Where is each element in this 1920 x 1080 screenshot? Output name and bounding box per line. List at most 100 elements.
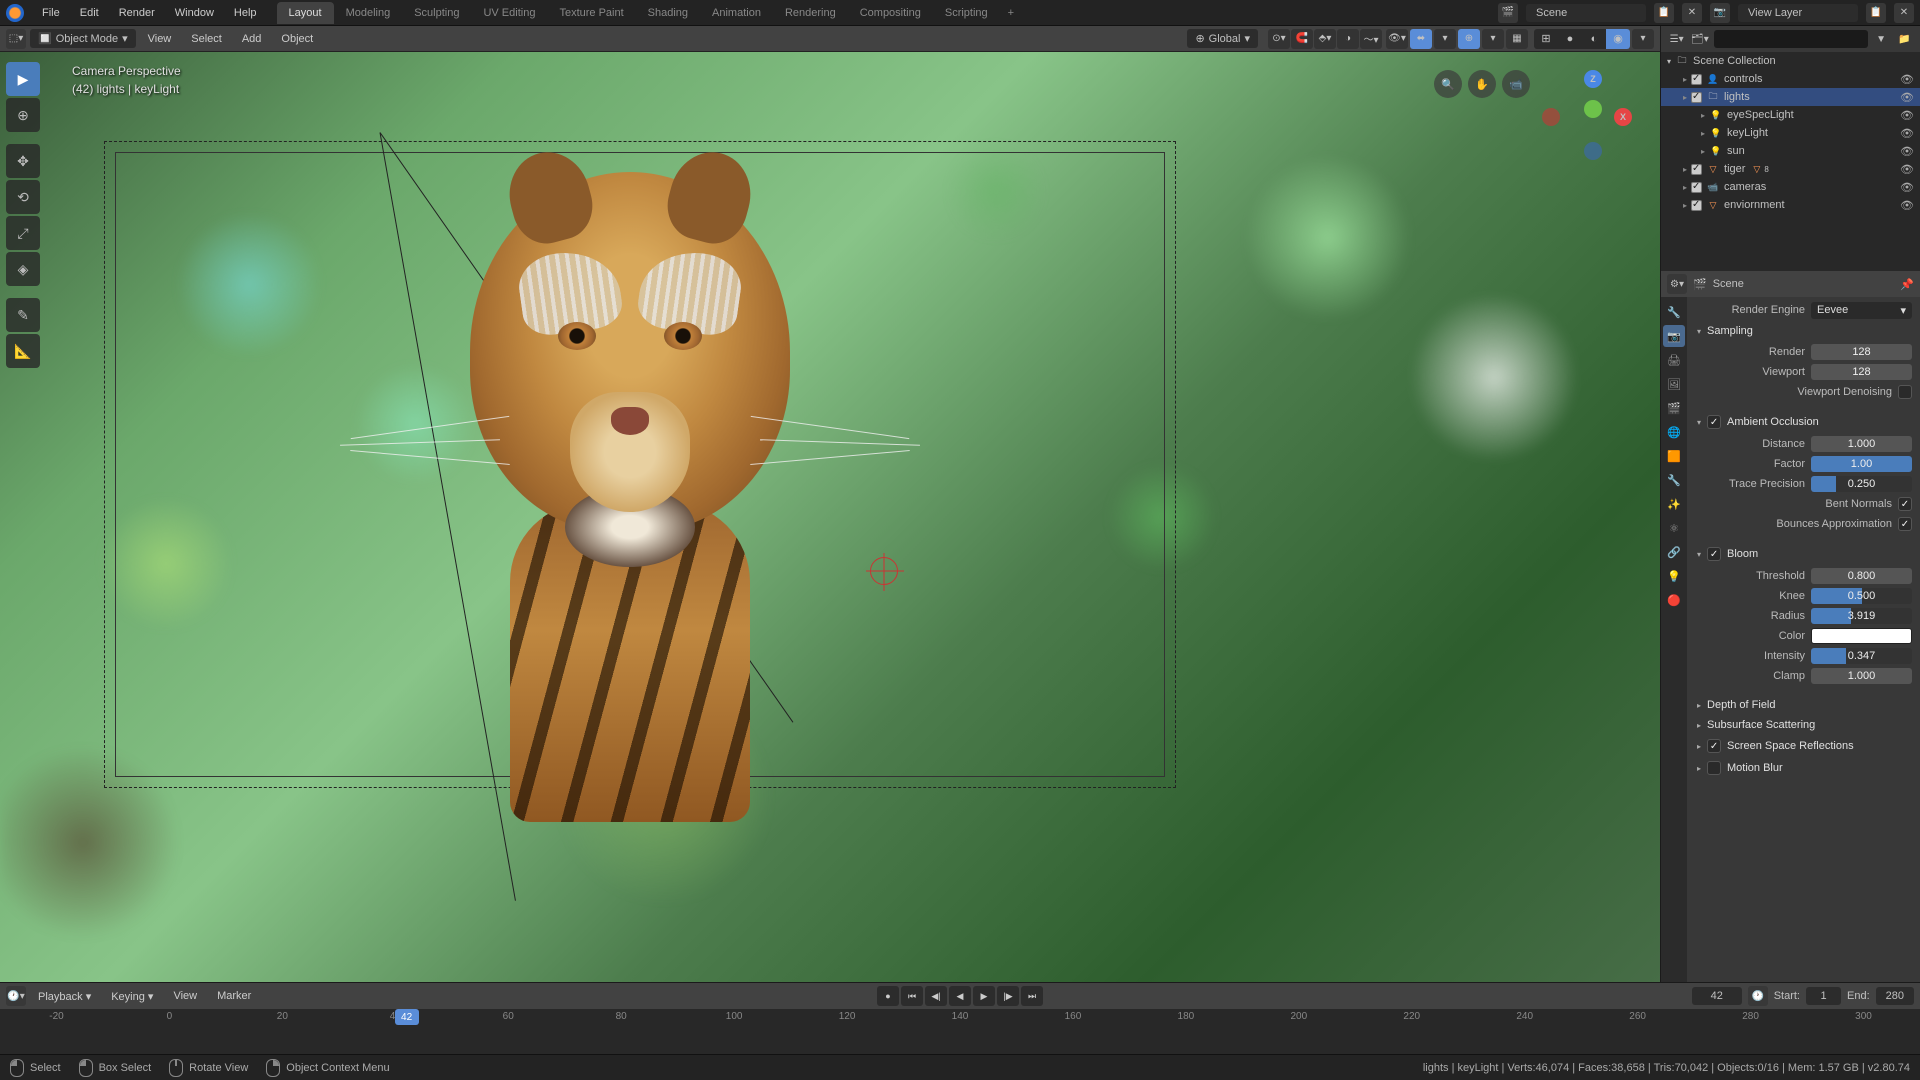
- tool-cursor[interactable]: ⊕: [6, 98, 40, 132]
- scene-delete-icon[interactable]: ✕: [1682, 3, 1702, 23]
- workspace-tab-sculpting[interactable]: Sculpting: [402, 2, 471, 24]
- marker-menu[interactable]: Marker: [209, 987, 259, 1005]
- pin-icon[interactable]: 📌: [1900, 278, 1914, 291]
- ao-enable-checkbox[interactable]: [1707, 415, 1721, 429]
- collection-enable-checkbox[interactable]: [1691, 92, 1702, 103]
- outliner-item-enviornment[interactable]: ▸▽enviornment👁: [1661, 196, 1920, 214]
- ptab-render[interactable]: 📷: [1663, 325, 1685, 347]
- workspace-tab-layout[interactable]: Layout: [277, 2, 334, 24]
- visibility-toggle-icon[interactable]: 👁: [1900, 199, 1914, 212]
- tool-transform[interactable]: ◈: [6, 252, 40, 286]
- jump-start-button[interactable]: ⏮: [901, 986, 923, 1006]
- menu-render[interactable]: Render: [109, 3, 165, 23]
- start-frame-field[interactable]: 1: [1806, 987, 1841, 1005]
- collection-enable-checkbox[interactable]: [1691, 182, 1702, 193]
- outliner-filter-icon[interactable]: ▼: [1872, 29, 1891, 49]
- play-button[interactable]: ▶: [973, 986, 995, 1006]
- object-menu[interactable]: Object: [273, 30, 321, 48]
- ptab-world[interactable]: 🌐: [1663, 421, 1685, 443]
- bloom-enable-checkbox[interactable]: [1707, 547, 1721, 561]
- jump-end-button[interactable]: ⏭: [1021, 986, 1043, 1006]
- outliner-item-sun[interactable]: ▸💡sun👁: [1661, 142, 1920, 160]
- ptab-tool[interactable]: 🔧: [1663, 301, 1685, 323]
- timeline-view-menu[interactable]: View: [165, 987, 205, 1005]
- nav-gizmo[interactable]: Z X: [1542, 70, 1632, 160]
- viewlayer-name-field[interactable]: View Layer: [1738, 4, 1858, 22]
- overlay-toggle[interactable]: ⊕: [1458, 29, 1480, 49]
- workspace-tab-texture-paint[interactable]: Texture Paint: [547, 2, 635, 24]
- shading-wireframe[interactable]: ⊞: [1534, 29, 1558, 49]
- gizmo-toggle[interactable]: ⬌: [1410, 29, 1432, 49]
- workspace-tab-compositing[interactable]: Compositing: [848, 2, 933, 24]
- render-engine-dropdown[interactable]: Eevee▾: [1811, 302, 1912, 319]
- ao-bent-checkbox[interactable]: [1898, 497, 1912, 511]
- gizmo-z-axis[interactable]: Z: [1584, 70, 1602, 88]
- visibility-dropdown[interactable]: 👁▾: [1386, 29, 1408, 49]
- end-frame-field[interactable]: 280: [1876, 987, 1914, 1005]
- outliner-item-tiger[interactable]: ▸▽tiger▽8👁: [1661, 160, 1920, 178]
- shading-solid[interactable]: ●: [1558, 29, 1582, 49]
- gizmo-dropdown[interactable]: ▾: [1434, 29, 1456, 49]
- viewport-3d[interactable]: Camera Perspective (42) lights | keyLigh…: [0, 52, 1660, 982]
- visibility-toggle-icon[interactable]: 👁: [1900, 73, 1914, 86]
- orientation-dropdown[interactable]: ⊕ Global ▾: [1187, 29, 1258, 48]
- workspace-tab-scripting[interactable]: Scripting: [933, 2, 1000, 24]
- viewlayer-delete-icon[interactable]: ✕: [1894, 3, 1914, 23]
- ptab-viewlayer[interactable]: 🖼: [1663, 373, 1685, 395]
- outliner-new-collection-icon[interactable]: 📁: [1895, 29, 1914, 49]
- bloom-intensity-slider[interactable]: 0.347: [1811, 648, 1912, 664]
- ao-bounce-checkbox[interactable]: [1898, 517, 1912, 531]
- outliner-search-input[interactable]: [1714, 30, 1868, 48]
- render-samples-field[interactable]: 128: [1811, 344, 1912, 360]
- ptab-material[interactable]: 🔴: [1663, 589, 1685, 611]
- outliner-item-lights[interactable]: ▸🗀lights👁: [1661, 88, 1920, 106]
- scene-name-field[interactable]: Scene: [1526, 4, 1646, 22]
- bloom-clamp-field[interactable]: 1.000: [1811, 668, 1912, 684]
- outliner-type-icon[interactable]: ☰▾: [1667, 29, 1686, 49]
- bloom-radius-slider[interactable]: 3.919: [1811, 608, 1912, 624]
- menu-file[interactable]: File: [32, 3, 70, 23]
- visibility-toggle-icon[interactable]: 👁: [1900, 109, 1914, 122]
- gizmo-y-axis[interactable]: [1584, 100, 1602, 118]
- ao-distance-field[interactable]: 1.000: [1811, 436, 1912, 452]
- ptab-modifier[interactable]: 🔧: [1663, 469, 1685, 491]
- visibility-toggle-icon[interactable]: 👁: [1900, 145, 1914, 158]
- add-menu[interactable]: Add: [234, 30, 270, 48]
- workspace-tab-uv-editing[interactable]: UV Editing: [471, 2, 547, 24]
- mode-dropdown[interactable]: 🔲 Object Mode ▾: [30, 29, 136, 48]
- view-menu[interactable]: View: [140, 30, 180, 48]
- mblur-enable-checkbox[interactable]: [1707, 761, 1721, 775]
- play-reverse-button[interactable]: ◀: [949, 986, 971, 1006]
- ptab-data[interactable]: 💡: [1663, 565, 1685, 587]
- gizmo-x-axis[interactable]: X: [1614, 108, 1632, 126]
- viewport-samples-field[interactable]: 128: [1811, 364, 1912, 380]
- panel-ssr-header[interactable]: ▸Screen Space Reflections: [1695, 735, 1912, 757]
- tool-annotate[interactable]: ✎: [6, 298, 40, 332]
- collection-enable-checkbox[interactable]: [1691, 164, 1702, 175]
- shading-rendered[interactable]: ◉: [1606, 29, 1630, 49]
- visibility-toggle-icon[interactable]: 👁: [1900, 127, 1914, 140]
- tool-select-box[interactable]: ▶: [6, 62, 40, 96]
- autokey-toggle[interactable]: ●: [877, 986, 899, 1006]
- panel-dof-header[interactable]: ▸Depth of Field: [1695, 695, 1912, 715]
- gizmo-neg-x[interactable]: [1542, 108, 1560, 126]
- tool-rotate[interactable]: ⟲: [6, 180, 40, 214]
- bloom-color-swatch[interactable]: [1811, 628, 1912, 644]
- editor-type-icon[interactable]: ⬚▾: [6, 29, 26, 49]
- keying-menu[interactable]: Keying ▾: [103, 987, 161, 1006]
- viewlayer-new-icon[interactable]: 📋: [1866, 3, 1886, 23]
- snap-toggle[interactable]: 🧲: [1291, 29, 1313, 49]
- add-workspace-button[interactable]: +: [1000, 3, 1022, 23]
- panel-sss-header[interactable]: ▸Subsurface Scattering: [1695, 715, 1912, 735]
- ao-trace-slider[interactable]: 0.250: [1811, 476, 1912, 492]
- shading-options-dropdown[interactable]: ▾: [1632, 29, 1654, 49]
- ptab-scene[interactable]: 🎬: [1663, 397, 1685, 419]
- viewport-denoise-checkbox[interactable]: [1898, 385, 1912, 399]
- props-type-icon[interactable]: ⚙▾: [1667, 274, 1687, 294]
- nav-zoom-icon[interactable]: 🔍: [1434, 70, 1462, 98]
- xray-toggle[interactable]: ▦: [1506, 29, 1528, 49]
- collection-enable-checkbox[interactable]: [1691, 74, 1702, 85]
- proportional-falloff-dropdown[interactable]: 〜▾: [1360, 29, 1382, 49]
- visibility-toggle-icon[interactable]: 👁: [1900, 181, 1914, 194]
- workspace-tab-animation[interactable]: Animation: [700, 2, 773, 24]
